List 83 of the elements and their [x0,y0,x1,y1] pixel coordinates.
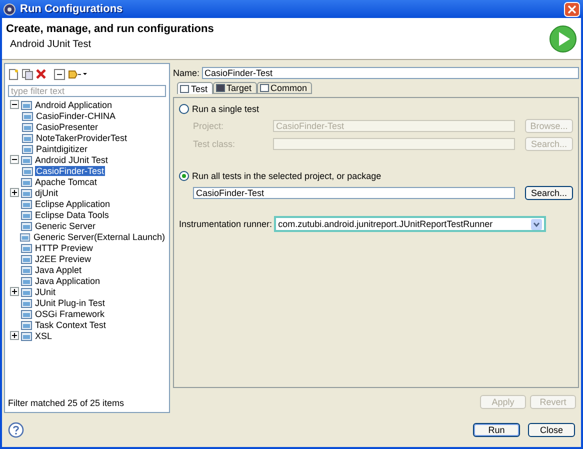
tree-item[interactable]: JUnit [34,286,57,296]
app-icon [3,2,16,16]
tree-item[interactable]: CasioFinder-CHINA [35,110,117,120]
tab[interactable]: Common [256,82,312,94]
tree-item[interactable]: Java Applet [34,264,83,274]
configuration-type-icon [21,320,32,330]
tree-item[interactable]: HTTP Preview [34,242,94,252]
collapse-icon[interactable] [10,100,19,109]
radio-label: Run all tests in the selected project, or package [192,170,382,180]
collapse-all-icon[interactable] [54,68,65,80]
configuration-type-icon [21,298,32,308]
close-icon[interactable] [564,2,580,16]
configuration-type-icon [21,188,32,198]
runner-dropdown[interactable]: com.zutubi.android.junitreport.JUnitReportTestRunner [274,216,546,232]
tree-item[interactable]: Eclipse Data Tools [34,210,110,220]
configuration-type-icon [21,330,32,340]
configuration-icon [22,144,33,154]
name-label: Name: [173,68,200,78]
field-label: Project: [193,121,225,131]
radio-button[interactable] [179,104,189,114]
expand-icon[interactable] [10,331,19,340]
tree-item[interactable]: XSL [34,330,54,340]
configuration-icon [22,132,33,142]
tree-item[interactable]: CasioFinder-Test [35,166,106,176]
field-label: Test class: [193,139,236,149]
tab[interactable]: Target [212,82,257,94]
configuration-type-icon [21,198,32,208]
tree-item[interactable]: Eclipse Application [34,198,112,208]
tree-item[interactable]: Android Application [34,100,114,110]
tree-item[interactable]: JUnit Plug-in Test [34,298,106,308]
configuration-type-icon [21,308,32,318]
configuration-icon [22,122,33,132]
dialog-button[interactable]: Run [473,423,520,437]
configuration-type-icon [21,100,32,110]
tree-item[interactable]: Paintdigitizer [35,144,89,154]
configuration-type-icon [21,286,32,296]
configuration-type-icon [21,276,32,286]
dialog-button[interactable]: Close [528,423,575,437]
play-icon [549,24,577,52]
duplicate-icon[interactable] [22,68,33,80]
search-button[interactable]: Search... [525,186,573,200]
window-title: Run Configurations [20,3,124,15]
delete-icon[interactable] [36,69,46,79]
help-icon[interactable] [8,422,24,438]
tree-item[interactable]: J2EE Preview [34,254,92,264]
filter-field[interactable]: type filter text [8,85,166,97]
runner-label: Instrumentation runner: [179,219,272,229]
collapse-icon[interactable] [10,155,19,164]
configuration-type-icon [21,254,32,264]
configuration-icon [22,166,33,176]
configuration-type-icon [21,154,32,164]
expand-icon[interactable] [10,287,19,296]
configuration-type-icon [21,242,32,252]
tree-item[interactable]: Task Context Test [34,320,107,330]
tree-item[interactable]: djUnit [34,188,60,198]
configuration-type-icon [21,210,32,220]
tree-item[interactable]: Android JUnit Test [34,154,109,164]
new-icon[interactable] [8,68,19,80]
text-field[interactable]: CasioFinder-Test [193,187,515,199]
header-title: Create, manage, and run configurations [6,23,215,35]
tree-item[interactable]: Apache Tomcat [34,176,98,186]
radio-button[interactable] [179,170,189,180]
tree-item[interactable]: CasioPresenter [35,122,100,132]
tree-item[interactable]: OSGi Framework [34,308,106,318]
tab-icon [180,84,189,92]
tree-item[interactable]: Generic Server(External Launch) [32,232,166,242]
tree-item[interactable]: Generic Server [34,220,97,230]
header-subtitle: Android JUnit Test [9,39,92,50]
tab-icon [216,84,225,92]
configuration-type-icon [20,232,30,242]
filter-status: Filter matched 25 of 25 items [8,398,126,408]
filter-icon[interactable] [68,68,88,80]
tree-item[interactable]: Java Application [34,276,102,286]
configuration-type-icon [21,220,32,230]
tab-icon [260,84,269,92]
name-field[interactable]: CasioFinder-Test [202,66,579,78]
radio-label: Run a single test [192,104,260,114]
configuration-icon [22,110,33,120]
configuration-type-icon [21,176,32,186]
tree-item[interactable]: NoteTakerProviderTest [35,132,128,142]
expand-icon[interactable] [10,188,19,197]
configuration-type-icon [21,264,32,274]
tab[interactable]: Test [177,82,213,94]
